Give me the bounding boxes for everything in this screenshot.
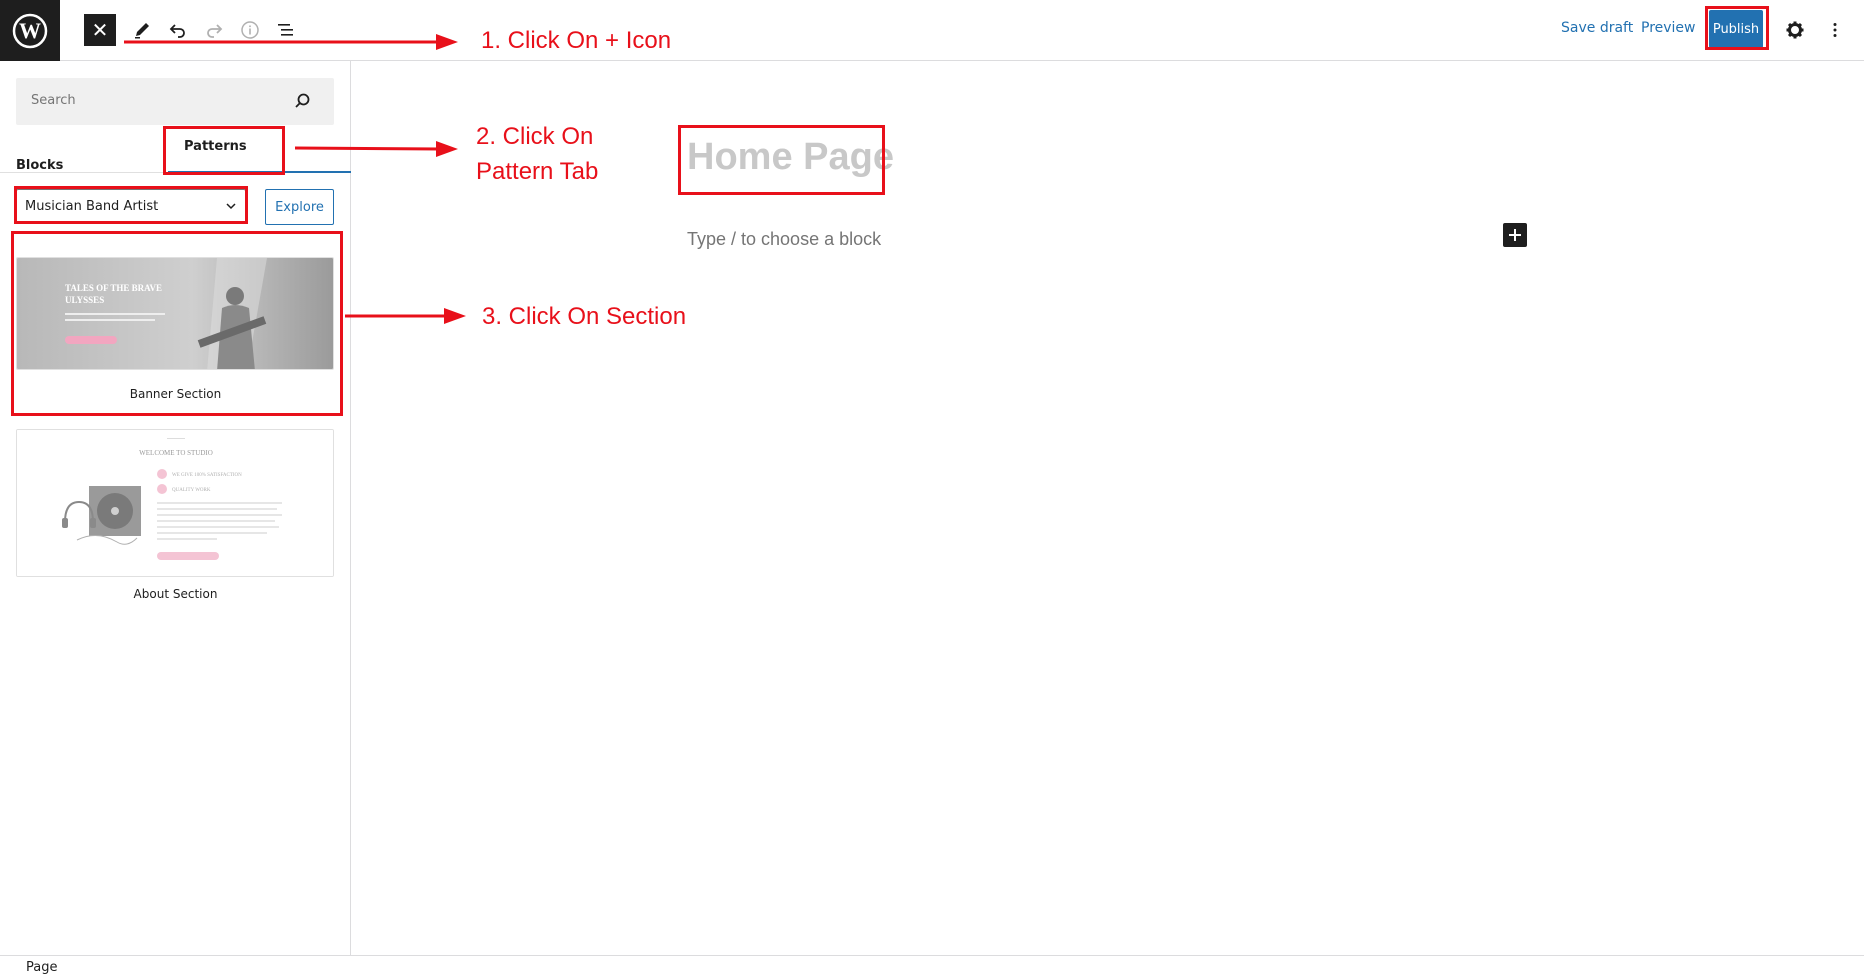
close-inserter-button[interactable]: ✕ [84, 14, 116, 46]
editor-footer: Page [0, 955, 1864, 980]
more-vertical-icon[interactable] [1819, 14, 1851, 46]
highlight-publish [1705, 6, 1769, 50]
highlight-patterns-tab [163, 126, 285, 175]
list-view-icon[interactable] [270, 14, 302, 46]
preview-button[interactable]: Preview [1641, 20, 1696, 36]
close-icon: ✕ [91, 18, 109, 42]
info-icon[interactable] [234, 14, 266, 46]
editor-screen: W ✕ Save draft Preview Publish Search Bl… [0, 0, 1864, 980]
about-preview-heading: WELCOME TO STUDIO [139, 449, 213, 457]
undo-icon[interactable] [162, 14, 194, 46]
add-block-button[interactable] [1503, 223, 1527, 247]
search-input[interactable]: Search [16, 78, 334, 125]
svg-text:W: W [19, 18, 41, 43]
breadcrumb[interactable]: Page [26, 960, 57, 975]
annotation-step-3: 3. Click On Section [482, 303, 687, 330]
pattern-about-section[interactable]: WELCOME TO STUDIO WE GIVE 100% SATISFACT… [16, 429, 334, 577]
redo-icon[interactable] [198, 14, 230, 46]
annotation-step-1: 1. Click On + Icon [481, 27, 672, 54]
about-preview-item-2: QUALITY WORK [172, 488, 211, 493]
about-preview-item-1: WE GIVE 100% SATISFACTION [172, 473, 242, 478]
highlight-banner-section [11, 231, 343, 416]
editor-header: W ✕ Save draft Preview Publish [0, 0, 1864, 61]
annotation-step-2-line-1: 2. Click On [476, 123, 594, 150]
plus-icon [1509, 229, 1521, 241]
highlight-category-select [14, 186, 248, 224]
explore-button[interactable]: Explore [265, 189, 334, 225]
annotation-step-2-line-2: Pattern Tab [476, 158, 599, 185]
search-icon [295, 93, 310, 108]
search-placeholder: Search [31, 93, 76, 108]
about-preview-image: WELCOME TO STUDIO WE GIVE 100% SATISFACT… [17, 430, 333, 576]
wordpress-logo-icon[interactable]: W [0, 0, 60, 61]
gear-icon[interactable] [1779, 14, 1811, 46]
highlight-page-title [678, 125, 885, 195]
tab-blocks[interactable]: Blocks [16, 140, 166, 190]
pencil-icon[interactable] [126, 14, 158, 46]
save-draft-button[interactable]: Save draft [1561, 20, 1633, 36]
pattern-label-about: About Section [133, 587, 218, 601]
block-appender-placeholder[interactable]: Type / to choose a block [687, 229, 881, 250]
